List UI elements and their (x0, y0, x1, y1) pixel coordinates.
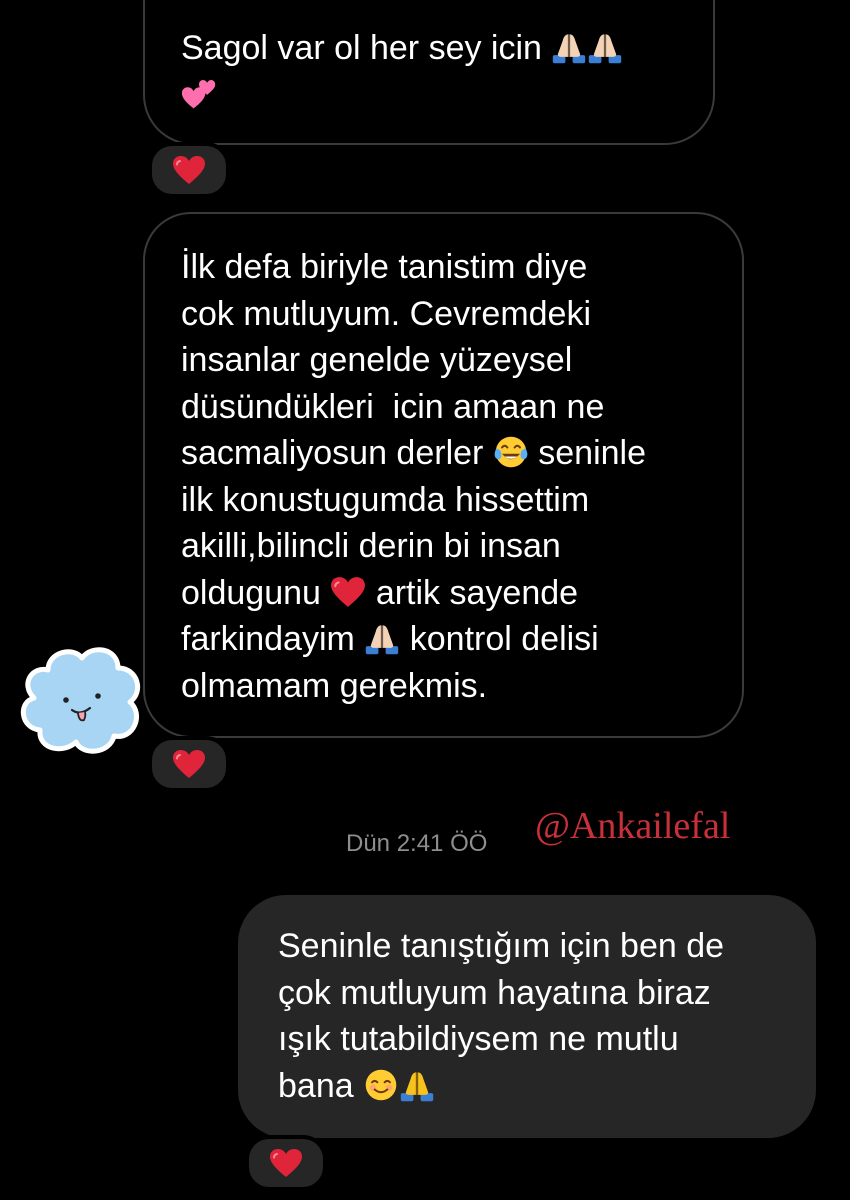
incoming-message-bubble[interactable]: Sagol var ol her sey icin (143, 0, 715, 145)
red-heart-icon (172, 155, 206, 185)
message-line: İlk defa biriyle tanistim diye (181, 248, 588, 286)
message-timestamp: Dün 2:41 ÖÖ (346, 830, 488, 857)
message-line: sacmaliyosun derler seninle (181, 434, 647, 472)
red-heart-icon (269, 1148, 303, 1178)
folded-hands-emoji-icon (364, 620, 400, 656)
message-line: düsündükleri icin amaan ne (181, 387, 605, 426)
folded-hands-emoji-icon (551, 29, 587, 65)
message-line: akilli,bilincli derin bi insan (181, 527, 561, 565)
incoming-message-bubble[interactable]: İlk defa biriyle tanistim diye cok mutlu… (143, 212, 744, 738)
message-line: bana (278, 1063, 778, 1110)
message-line: farkindayim kontrol delisi (181, 620, 599, 658)
chat-screen: Sagol var ol her sey icin İlk defa biriy… (0, 0, 850, 1200)
cloud-face-sticker (21, 647, 141, 754)
message-line: Sagol var ol her sey icin (181, 25, 677, 72)
message-line: olmamam gerekmis. (181, 666, 488, 705)
folded-hands-emoji-icon (587, 29, 623, 65)
watermark-text: @Ankailefal (535, 805, 731, 847)
red-heart-emoji-icon (330, 574, 366, 610)
smiling-face-emoji-icon (363, 1067, 399, 1103)
folded-hands-emoji-icon (399, 1067, 435, 1103)
message-line: Seninle tanıştığım için ben de (278, 927, 725, 965)
message-line: ilk konustugumda hissettim (181, 480, 590, 519)
message-line: ışık tutabildiysem ne mutlu (278, 1020, 679, 1058)
heart-reaction-badge[interactable] (148, 142, 230, 198)
message-line: çok mutluyum hayatına biraz (278, 973, 711, 1012)
tears-of-joy-emoji-icon (493, 434, 529, 470)
message-line: cok mutluyum. Cevremdeki (181, 294, 592, 333)
outgoing-message-bubble[interactable]: Seninle tanıştığım için ben de çok mutlu… (238, 895, 816, 1138)
message-line (181, 72, 677, 119)
message-line: insanlar genelde yüzeysel (181, 341, 573, 379)
heart-reaction-badge[interactable] (245, 1135, 327, 1191)
message-line: oldugunu artik sayende (181, 573, 579, 612)
heart-reaction-badge[interactable] (148, 736, 230, 792)
red-heart-icon (172, 749, 206, 779)
two-hearts-emoji-icon (181, 76, 217, 112)
